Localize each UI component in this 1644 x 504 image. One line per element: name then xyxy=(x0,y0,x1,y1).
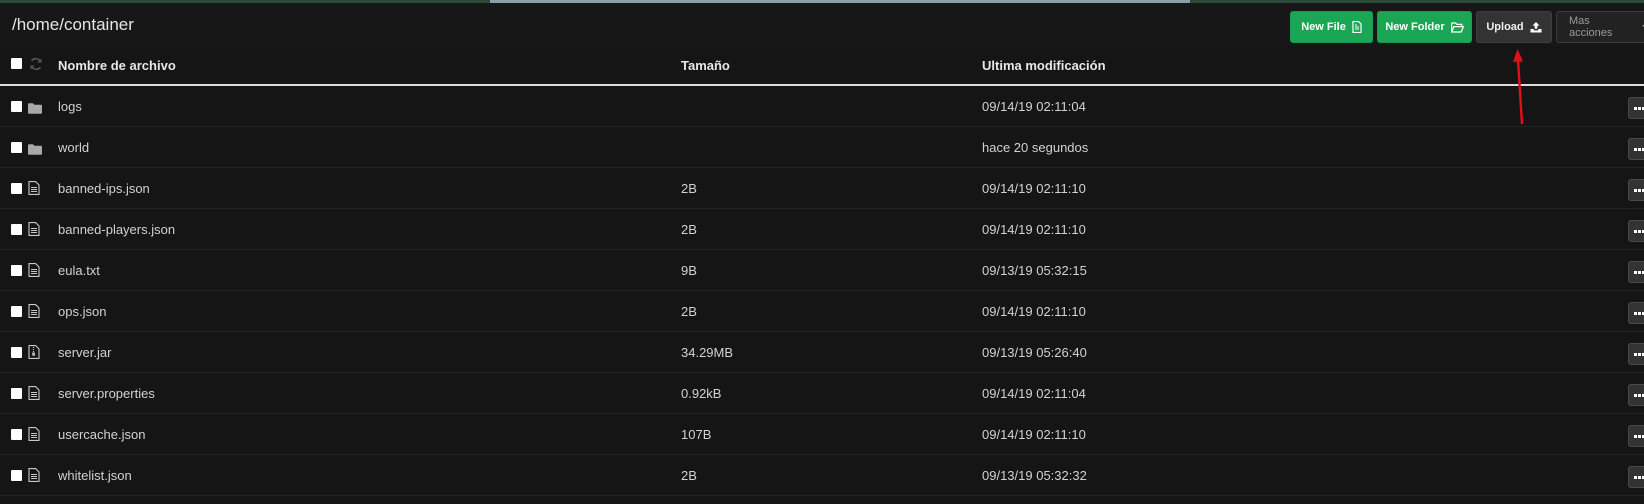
row-actions-button[interactable] xyxy=(1628,220,1644,242)
file-text-icon xyxy=(28,386,40,405)
file-text-icon xyxy=(28,181,40,200)
file-add-icon xyxy=(1352,21,1362,33)
row-checkbox[interactable] xyxy=(11,224,22,235)
file-size: 2B xyxy=(681,181,697,196)
file-modified: 09/14/19 02:11:10 xyxy=(982,222,1086,237)
file-manager-header: /home/container New File New Folder Uplo… xyxy=(0,3,1644,46)
file-name-link[interactable]: server.properties xyxy=(58,386,155,401)
row-checkbox[interactable] xyxy=(11,183,22,194)
file-size: 107B xyxy=(681,427,712,442)
file-modified: 09/13/19 05:32:15 xyxy=(982,263,1087,278)
row-checkbox[interactable] xyxy=(11,306,22,317)
new-folder-label: New Folder xyxy=(1385,21,1445,33)
file-name-link[interactable]: usercache.json xyxy=(58,427,145,442)
row-checkbox[interactable] xyxy=(11,101,22,112)
file-name-link[interactable]: ops.json xyxy=(58,304,106,319)
folder-icon xyxy=(28,142,42,160)
row-actions-button[interactable] xyxy=(1628,138,1644,160)
column-header-modified[interactable]: Ultima modificación xyxy=(982,58,1106,73)
file-name-link[interactable]: server.jar xyxy=(58,345,111,360)
file-name-link[interactable]: eula.txt xyxy=(58,263,100,278)
table-row[interactable]: world hace 20 segundos xyxy=(0,127,1644,168)
file-modified: 09/13/19 05:26:40 xyxy=(982,345,1087,360)
table-header: Nombre de archivo Tamaño Ultima modifica… xyxy=(0,46,1644,86)
folder-open-icon xyxy=(1450,21,1464,33)
more-actions-label: Mas acciones xyxy=(1569,15,1613,39)
file-text-icon xyxy=(28,304,40,323)
file-size: 34.29MB xyxy=(681,345,734,360)
refresh-icon[interactable] xyxy=(29,57,43,71)
new-file-label: New File xyxy=(1301,21,1346,33)
file-modified: hace 20 segundos xyxy=(982,140,1089,155)
file-size: 2B xyxy=(681,222,697,237)
file-name-link[interactable]: whitelist.json xyxy=(58,468,132,483)
file-size: 0.92kB xyxy=(681,386,722,401)
row-actions-button[interactable] xyxy=(1628,97,1644,119)
upload-button[interactable]: Upload xyxy=(1476,11,1552,43)
file-modified: 09/14/19 02:11:10 xyxy=(982,181,1086,196)
file-size: 2B xyxy=(681,468,697,483)
row-checkbox[interactable] xyxy=(11,347,22,358)
file-modified: 09/13/19 05:32:32 xyxy=(982,468,1087,483)
row-actions-button[interactable] xyxy=(1628,466,1644,488)
file-modified: 09/14/19 02:11:10 xyxy=(982,304,1086,319)
row-checkbox[interactable] xyxy=(11,470,22,481)
table-row[interactable]: banned-ips.json 2B 09/14/19 02:11:10 xyxy=(0,168,1644,209)
file-size: 9B xyxy=(681,263,697,278)
row-actions-button[interactable] xyxy=(1628,343,1644,365)
file-text-icon xyxy=(28,263,40,282)
new-folder-button[interactable]: New Folder xyxy=(1377,11,1472,43)
table-row[interactable]: banned-players.json 2B 09/14/19 02:11:10 xyxy=(0,209,1644,250)
file-name-link[interactable]: world xyxy=(58,140,89,155)
more-actions-button[interactable]: Mas acciones xyxy=(1556,11,1644,43)
table-row[interactable]: server.properties 0.92kB 09/14/19 02:11:04 xyxy=(0,373,1644,414)
table-row[interactable]: whitelist.json 2B 09/13/19 05:32:32 xyxy=(0,455,1644,496)
row-actions-button[interactable] xyxy=(1628,261,1644,283)
row-actions-button[interactable] xyxy=(1628,179,1644,201)
file-text-icon xyxy=(28,468,40,487)
file-name-link[interactable]: logs xyxy=(58,99,82,114)
file-modified: 09/14/19 02:11:10 xyxy=(982,427,1086,442)
table-row[interactable]: eula.txt 9B 09/13/19 05:32:15 xyxy=(0,250,1644,291)
row-actions-button[interactable] xyxy=(1628,425,1644,447)
file-modified: 09/14/19 02:11:04 xyxy=(982,99,1086,114)
file-name-link[interactable]: banned-players.json xyxy=(58,222,175,237)
upload-icon xyxy=(1530,21,1542,32)
table-row[interactable]: server.jar 34.29MB 09/13/19 05:26:40 xyxy=(0,332,1644,373)
new-file-button[interactable]: New File xyxy=(1290,11,1373,43)
upload-label: Upload xyxy=(1486,21,1524,33)
column-header-name[interactable]: Nombre de archivo xyxy=(58,58,176,73)
file-archive-icon xyxy=(28,345,40,364)
file-text-icon xyxy=(28,222,40,241)
row-checkbox[interactable] xyxy=(11,265,22,276)
file-name-link[interactable]: banned-ips.json xyxy=(58,181,150,196)
current-path: /home/container xyxy=(12,15,134,34)
row-actions-button[interactable] xyxy=(1628,384,1644,406)
row-checkbox[interactable] xyxy=(11,142,22,153)
select-all-checkbox[interactable] xyxy=(11,58,22,69)
table-row[interactable]: logs 09/14/19 02:11:04 xyxy=(0,86,1644,127)
file-size: 2B xyxy=(681,304,697,319)
row-checkbox[interactable] xyxy=(11,388,22,399)
annotation-arrow-icon xyxy=(1513,49,1524,125)
row-checkbox[interactable] xyxy=(11,429,22,440)
file-modified: 09/14/19 02:11:04 xyxy=(982,386,1086,401)
file-text-icon xyxy=(28,427,40,446)
folder-icon xyxy=(28,101,42,119)
table-row[interactable]: ops.json 2B 09/14/19 02:11:10 xyxy=(0,291,1644,332)
column-header-size[interactable]: Tamaño xyxy=(681,58,730,73)
row-actions-button[interactable] xyxy=(1628,302,1644,324)
table-row[interactable]: usercache.json 107B 09/14/19 02:11:10 xyxy=(0,414,1644,455)
